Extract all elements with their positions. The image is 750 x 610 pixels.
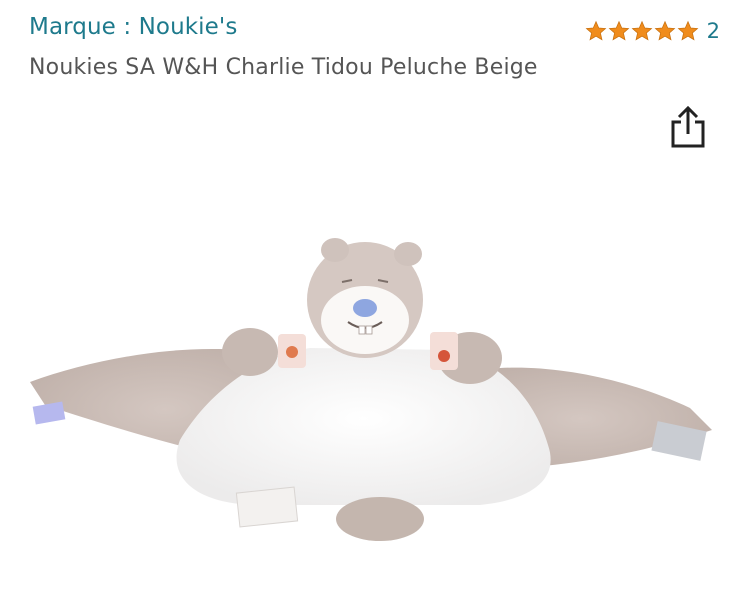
star-icon xyxy=(654,20,676,41)
plush-blanket-illustration xyxy=(30,238,712,541)
product-title: Noukies SA W&H Charlie Tidou Peluche Bei… xyxy=(29,55,538,80)
rating-summary[interactable]: 2 xyxy=(585,16,720,46)
share-icon xyxy=(671,105,705,148)
product-image xyxy=(0,160,750,606)
star-icon xyxy=(631,20,653,41)
rating-count[interactable]: 2 xyxy=(707,19,720,43)
star-icon xyxy=(585,20,607,41)
star-icon xyxy=(608,20,630,41)
star-icon xyxy=(677,20,699,41)
brand-link[interactable]: Marque : Noukie's xyxy=(29,14,237,40)
star-rating xyxy=(585,20,699,42)
share-button[interactable] xyxy=(669,104,707,150)
